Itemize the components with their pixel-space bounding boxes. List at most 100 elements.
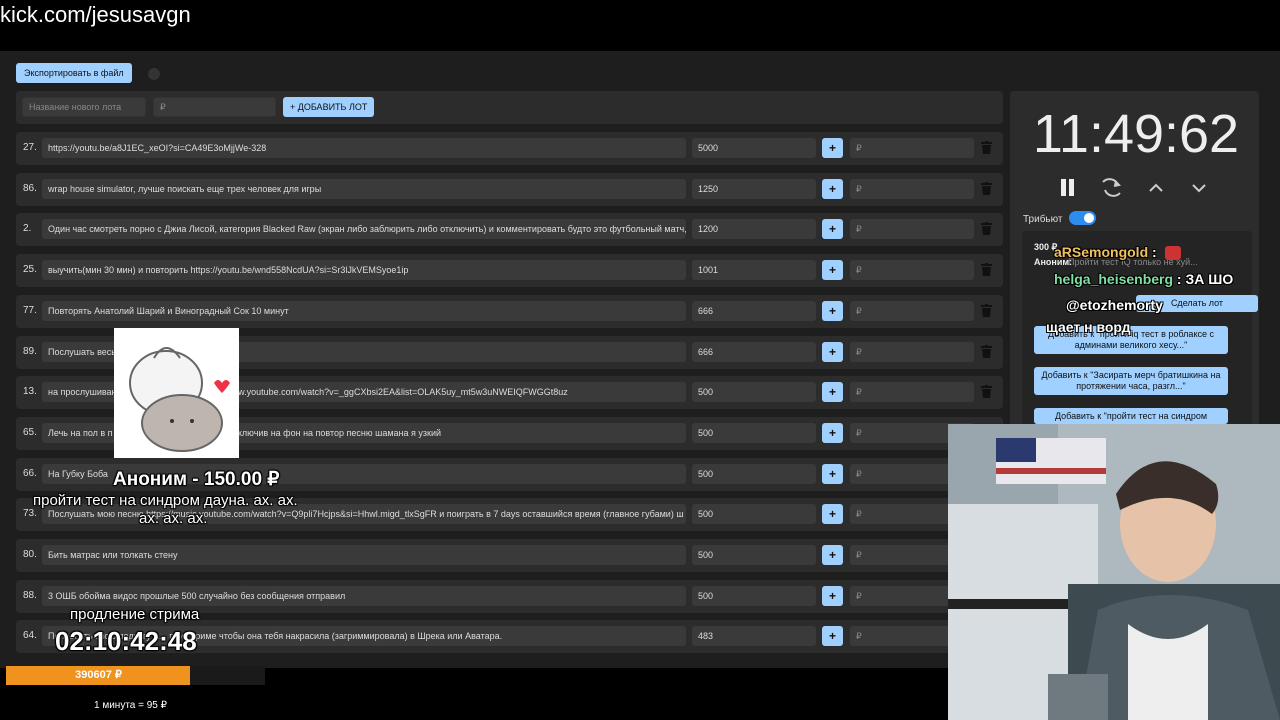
extension-countdown: 02:10:42:48 — [55, 626, 197, 656]
lot-amount-input[interactable]: 500 — [692, 504, 816, 524]
lot-number: 25. — [23, 264, 37, 275]
chat-text: ЗА ШО — [1181, 271, 1234, 287]
lot-amount-input[interactable]: 500 — [692, 464, 816, 484]
trash-icon[interactable] — [981, 141, 992, 154]
lot-amount-input[interactable]: 500 — [692, 545, 816, 565]
suggestion-button[interactable]: Добавить к "Засирать мерч братишкина на … — [1034, 367, 1228, 395]
overlay-message-cont: ах. ах. ах. — [139, 510, 208, 527]
trash-icon[interactable] — [981, 263, 992, 276]
overlay-donor: Аноним - 150.00 ₽ — [113, 469, 280, 490]
add-amount-input[interactable]: ₽ — [850, 342, 974, 362]
rate-text: 1 минута = 95 ₽ — [94, 700, 168, 711]
lot-row: 2. Один час смотреть порно с Джиа Лисой, … — [16, 213, 1003, 246]
lot-amount-input[interactable]: 666 — [692, 342, 816, 362]
new-lot-name-input[interactable]: Название нового лота — [22, 97, 146, 117]
lot-number: 13. — [23, 386, 37, 397]
add-to-lot-button[interactable]: + — [822, 464, 843, 484]
chat-message: @etozhemorty — [1066, 297, 1163, 313]
lot-name-input[interactable]: https://youtu.be/a8J1EC_xeOI?si=CA49E3oM… — [42, 138, 686, 158]
chevron-down-icon[interactable] — [1192, 184, 1206, 193]
cat-sticker-image — [114, 328, 239, 458]
trash-icon[interactable] — [981, 182, 992, 195]
lot-amount-input[interactable]: 500 — [692, 586, 816, 606]
lot-name-input[interactable]: Один час смотреть порно с Джиа Лисой, ка… — [42, 219, 686, 239]
lot-amount-input[interactable]: 666 — [692, 301, 816, 321]
extension-label: продление стрима — [70, 606, 200, 623]
lot-number: 73. — [23, 508, 37, 519]
lot-row: 80. Бить матрас или толкать стену 500 + ₽ — [16, 539, 1003, 572]
add-to-lot-button[interactable]: + — [822, 342, 843, 362]
lot-row: 25. выучить(мин 30 мин) и повторить https… — [16, 254, 1003, 287]
trash-icon[interactable] — [981, 345, 992, 358]
add-lot-button[interactable]: + ДОБАВИТЬ ЛОТ — [283, 97, 375, 117]
add-to-lot-button[interactable]: + — [822, 545, 843, 565]
progress-bar: 390607 ₽ — [6, 666, 265, 685]
progress-value: 390607 ₽ — [75, 669, 122, 681]
lot-name-input[interactable]: Повторять Анатолий Шарий и Виноградный С… — [42, 301, 686, 321]
lot-number: 89. — [23, 346, 37, 357]
add-to-lot-button[interactable]: + — [822, 179, 843, 199]
chat-text: щает н ворд — [1046, 319, 1131, 335]
add-to-lot-button[interactable]: + — [822, 626, 843, 646]
chat-username: aRSemongold — [1054, 244, 1149, 260]
add-amount-input[interactable]: ₽ — [850, 179, 974, 199]
stream-url: kick.com/jesusavgn — [0, 2, 191, 27]
webcam-feed — [948, 424, 1280, 720]
new-lot-amount-input[interactable]: ₽ — [153, 97, 276, 117]
lot-amount-input[interactable]: 500 — [692, 382, 816, 402]
lot-number: 86. — [23, 183, 37, 194]
lot-number: 27. — [23, 142, 37, 153]
lot-number: 66. — [23, 468, 37, 479]
lot-amount-input[interactable]: 5000 — [692, 138, 816, 158]
lot-number: 2. — [23, 223, 32, 234]
add-amount-input[interactable]: ₽ — [850, 219, 974, 239]
chat-message: aRSemongold : — [1054, 244, 1181, 261]
chat-message: щает н ворд — [1046, 319, 1131, 335]
lot-row: 86. wrap house simulator, лучше поискать … — [16, 173, 1003, 206]
emote-icon — [1164, 246, 1181, 261]
lot-number: 65. — [23, 427, 37, 438]
chat-message: helga_heisenberg : ЗА ШО — [1054, 271, 1233, 287]
add-amount-input[interactable]: ₽ — [850, 260, 974, 280]
add-amount-input[interactable]: ₽ — [850, 382, 974, 402]
lot-row: 77. Повторять Анатолий Шарий и Виноградны… — [16, 295, 1003, 328]
add-to-lot-button[interactable]: + — [822, 382, 843, 402]
refresh-icon[interactable] — [1102, 178, 1122, 197]
theme-toggle[interactable] — [148, 68, 160, 80]
lot-name-input[interactable]: wrap house simulator, лучше поискать еще… — [42, 179, 686, 199]
add-to-lot-button[interactable]: + — [822, 586, 843, 606]
export-button[interactable]: Экспортировать в файл — [16, 63, 132, 83]
lot-amount-input[interactable]: 483 — [692, 626, 816, 646]
tribute-label: Трибьют — [1023, 214, 1063, 225]
suggestion-button[interactable]: Добавить к "пройти тест на синдром — [1034, 408, 1228, 424]
add-amount-input[interactable]: ₽ — [850, 138, 974, 158]
pause-icon[interactable] — [1061, 179, 1074, 196]
add-to-lot-button[interactable]: + — [822, 138, 843, 158]
lot-name-input[interactable]: 3 ОШБ обойма видос прошлые 500 случайно … — [42, 586, 686, 606]
chevron-up-icon[interactable] — [1149, 183, 1163, 192]
trash-icon[interactable] — [981, 385, 992, 398]
lot-amount-input[interactable]: 500 — [692, 423, 816, 443]
add-to-lot-button[interactable]: + — [822, 260, 843, 280]
lot-amount-input[interactable]: 1250 — [692, 179, 816, 199]
add-to-lot-button[interactable]: + — [822, 219, 843, 239]
lot-name-input[interactable]: выучить(мин 30 мин) и повторить https://… — [42, 260, 686, 280]
overlay-message: пройти тест на синдром дауна. ах. ах. — [33, 492, 298, 509]
lot-amount-input[interactable]: 1200 — [692, 219, 816, 239]
add-to-lot-button[interactable]: + — [822, 504, 843, 524]
lot-row: 27. https://youtu.be/a8J1EC_xeOI?si=CA49E… — [16, 132, 1003, 165]
add-to-lot-button[interactable]: + — [822, 301, 843, 321]
add-to-lot-button[interactable]: + — [822, 423, 843, 443]
tribute-switch[interactable] — [1069, 211, 1096, 225]
chat-separator: : — [1173, 271, 1182, 287]
lot-number: 80. — [23, 549, 37, 560]
lot-number: 77. — [23, 305, 37, 316]
timer-display: 11:49:62 — [1032, 104, 1240, 164]
lot-name-input[interactable]: Бить матрас или толкать стену — [42, 545, 686, 565]
stream-frame: kick.com/jesusavgn Экспортировать в файл… — [0, 0, 1280, 720]
lot-amount-input[interactable]: 1001 — [692, 260, 816, 280]
trash-icon[interactable] — [981, 222, 992, 235]
trash-icon[interactable] — [981, 304, 992, 317]
add-amount-input[interactable]: ₽ — [850, 301, 974, 321]
chat-text: @etozhemorty — [1066, 297, 1163, 313]
